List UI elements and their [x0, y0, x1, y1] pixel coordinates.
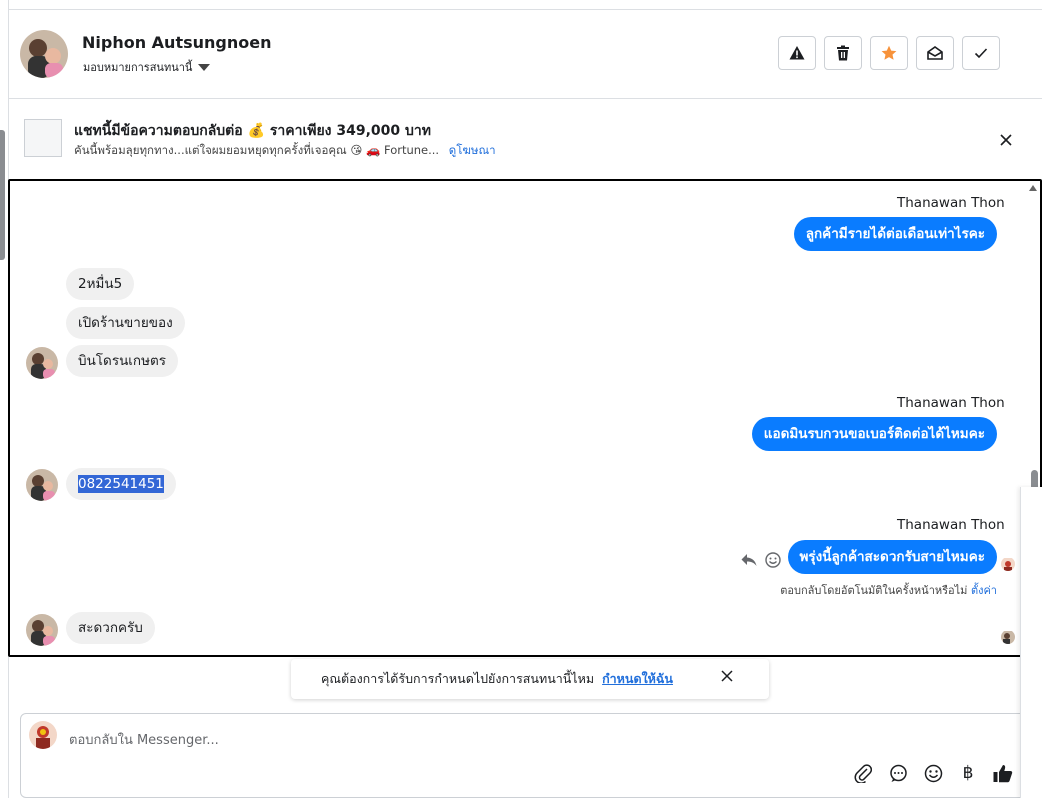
incoming-message[interactable]: เปิดร้านขายของ [66, 307, 185, 339]
trash-icon [837, 45, 849, 61]
sender-name: Thanawan Thon [897, 395, 1005, 411]
outgoing-message[interactable]: พรุ่งนี้ลูกค้าสะดวกรับสายไหมคะ [787, 540, 997, 574]
contact-avatar-small [26, 347, 58, 379]
like-button[interactable] [992, 762, 1014, 784]
auto-reply-text: ตอบกลับโดยอัตโนมัติในครั้งหน้าหรือไม่ [780, 584, 968, 597]
contact-avatar[interactable] [20, 30, 68, 78]
emoji-icon [924, 764, 942, 782]
seen-avatar [1001, 557, 1015, 571]
incoming-message-phone[interactable]: 0822541451 [66, 468, 176, 500]
star-icon [881, 45, 897, 60]
toast-close-button[interactable] [721, 670, 733, 685]
outgoing-message[interactable]: ลูกค้ามีรายได้ต่อเดือนเท่าไรคะ [793, 217, 997, 251]
reply-icon [741, 554, 757, 566]
like-icon [993, 764, 1013, 782]
top-divider [8, 9, 1042, 10]
delete-button[interactable] [824, 36, 862, 70]
baht-icon: ฿ [962, 763, 974, 783]
mark-unread-button[interactable] [916, 36, 954, 70]
left-scrollbar-thumb[interactable] [0, 130, 5, 260]
attach-button[interactable] [852, 762, 874, 784]
incoming-message[interactable]: 2หมื่น5 [66, 268, 135, 300]
assign-to-me-link[interactable]: กำหนดให้ฉัน [602, 669, 673, 689]
view-ad-link[interactable]: ดูโฆษณา [449, 143, 496, 157]
auto-reply-note: ตอบกลับโดยอัตโนมัติในครั้งหน้าหรือไม่ ตั… [780, 581, 997, 599]
attach-icon [854, 764, 872, 783]
header-divider [8, 98, 1042, 99]
star-button[interactable] [870, 36, 908, 70]
assign-label: มอบหมายการสนทนานี้ [83, 61, 193, 74]
react-button[interactable] [765, 552, 781, 572]
close-icon [1000, 134, 1012, 146]
contact-avatar-small [26, 469, 58, 501]
ad-title: แชทนี้มีข้อความตอบกลับต่อ 💰 ราคาเพียง 34… [74, 123, 432, 139]
reply-composer[interactable] [20, 713, 1030, 798]
auto-reply-settings-link[interactable]: ตั้งค่า [971, 584, 997, 597]
reply-button[interactable] [741, 552, 757, 571]
report-spam-button[interactable] [778, 36, 816, 70]
saved-replies-button[interactable] [887, 762, 909, 784]
conversation-actions [778, 36, 1000, 70]
contact-name: Niphon Autsungnoen [82, 33, 272, 52]
payment-button[interactable]: ฿ [957, 762, 979, 784]
outgoing-message[interactable]: แอดมินรบกวนขอเบอร์ติดต่อได้ไหมคะ [751, 417, 997, 451]
contact-avatar-small [26, 614, 58, 646]
composer-toolbar: ฿ [852, 762, 1014, 784]
assign-dropdown[interactable]: มอบหมายการสนทนานี้ [83, 58, 211, 76]
read-receipt-avatar [1001, 630, 1015, 644]
close-ad-button[interactable] [995, 129, 1017, 151]
scroll-up-arrow-icon[interactable] [1029, 185, 1037, 191]
reply-input[interactable]: ตอบกลับใน Messenger... [69, 729, 219, 750]
incoming-message[interactable]: สะดวกครับ [66, 612, 155, 644]
mark-done-button[interactable] [962, 36, 1000, 70]
ad-thumbnail[interactable] [24, 119, 62, 157]
warning-icon [789, 46, 805, 60]
close-icon [721, 670, 733, 682]
adjacent-panel-edge [1020, 487, 1042, 798]
sender-name: Thanawan Thon [897, 195, 1005, 211]
caret-down-icon [198, 63, 211, 71]
chat-bubble-icon [889, 764, 907, 782]
assign-suggestion-toast: คุณต้องการได้รับการกำหนดไปยังการสนทนานี้… [291, 659, 769, 699]
ad-subtitle: คันนี้พร้อมลุยทุกทาง...แต่ใจผมยอมหยุดทุก… [74, 142, 496, 160]
sender-name: Thanawan Thon [897, 517, 1005, 533]
smiley-icon [765, 552, 781, 568]
emoji-button[interactable] [922, 762, 944, 784]
incoming-message[interactable]: บินโดรนเกษตร [66, 345, 179, 377]
page-avatar [29, 721, 57, 749]
mark-unread-icon [927, 46, 943, 60]
check-icon [974, 48, 988, 59]
phone-number-selected[interactable]: 0822541451 [78, 475, 164, 493]
ad-subtitle-text: คันนี้พร้อมลุยทุกทาง...แต่ใจผมยอมหยุดทุก… [74, 143, 440, 157]
toast-text: คุณต้องการได้รับการกำหนดไปยังการสนทนานี้… [321, 671, 595, 686]
